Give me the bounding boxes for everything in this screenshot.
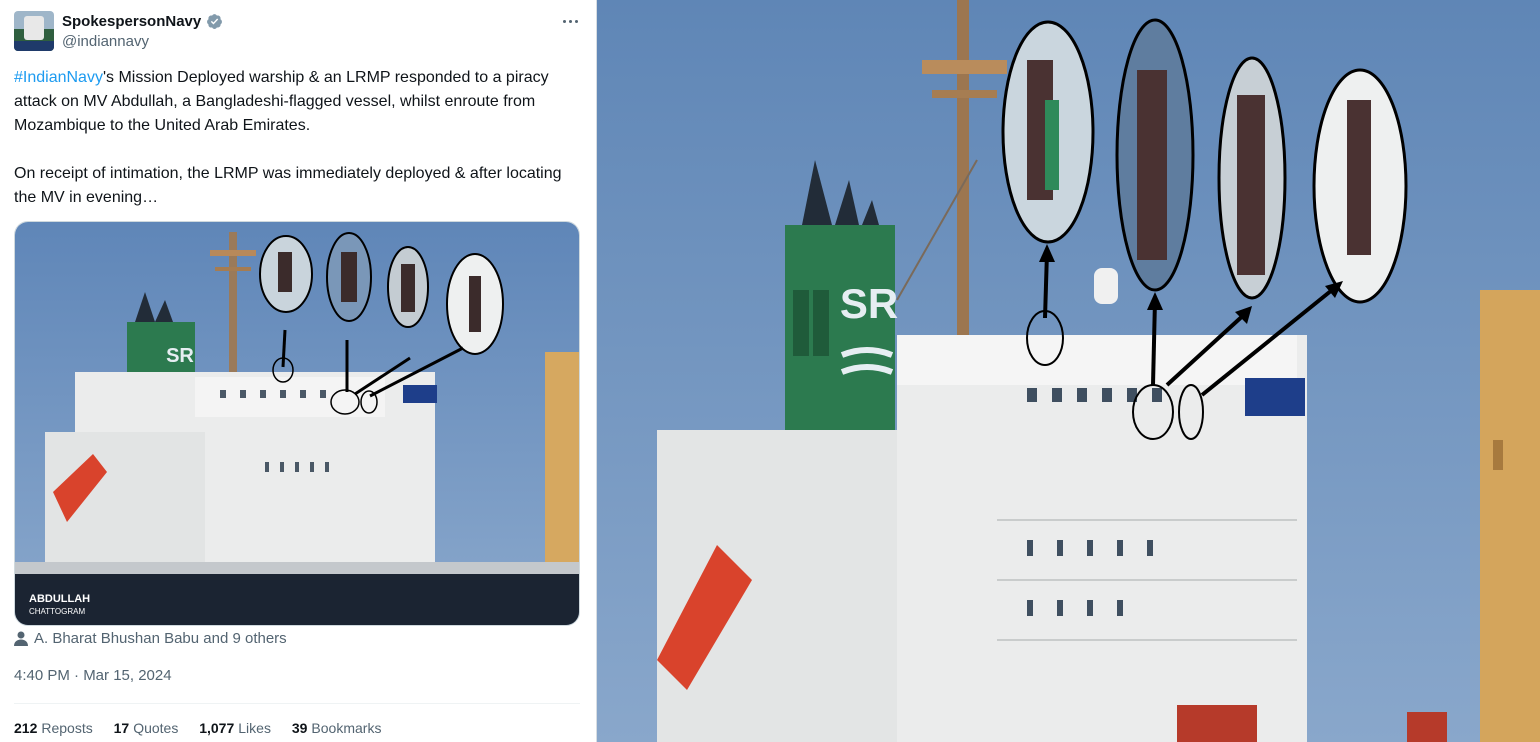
author-handle[interactable]: @indiannavy [62,33,149,50]
reposts-stat[interactable]: 212 Reposts [14,720,93,736]
likes-label: Likes [238,720,271,736]
zoomed-stack-letters: SR [840,280,898,327]
quotes-label: Quotes [133,720,179,736]
ship-photo-illustration: SR ABDULLAH CHATTOGRAM [15,222,579,625]
tweet-paragraph-1: #IndianNavy's Mission Deployed warship &… [14,66,574,138]
more-options-icon[interactable] [560,12,582,32]
bookmarks-label: Bookmarks [311,720,382,736]
profile-avatar[interactable] [14,11,54,51]
tweet-paragraph-2: On receipt of intimation, the LRMP was i… [14,165,562,206]
likes-count: 1,077 [199,720,235,736]
zoomed-ship-illustration: SR [597,0,1540,742]
engagement-stats: 212 Reposts 17 Quotes 1,077 Likes 39 Bookmar… [14,720,398,736]
reposts-count: 212 [14,720,38,736]
stats-divider [14,703,580,704]
quotes-stat[interactable]: 17 Quotes [114,720,179,736]
avatar-emblem [24,16,44,40]
zoomed-ship-photo: SR [597,0,1540,742]
tweet-panel: SpokespersonNavy @indiannavy #IndianNavy… [0,0,596,742]
tweet-timestamp[interactable]: 4:40 PM · Mar 15, 2024 [14,667,172,684]
bookmarks-stat[interactable]: 39 Bookmarks [292,720,382,736]
person-icon [14,631,28,646]
bookmarks-count: 39 [291,720,308,736]
hull-name: ABDULLAH [29,593,90,605]
verified-badge-icon [207,14,222,29]
tagged-users-text: A. Bharat Bhushan Babu and 9 others [34,630,287,647]
author-display-name[interactable]: SpokespersonNavy [62,13,201,30]
tweet-body: #IndianNavy's Mission Deployed warship &… [14,66,574,210]
avatar-base [14,41,54,51]
tweet-media-image[interactable]: SR ABDULLAH CHATTOGRAM [14,221,580,626]
tagged-users-link[interactable]: A. Bharat Bhushan Babu and 9 others [14,630,287,647]
stack-letters: SR [166,345,194,367]
likes-stat[interactable]: 1,077 Likes [199,720,271,736]
hull-port: CHATTOGRAM [29,607,85,616]
reposts-label: Reposts [41,720,93,736]
quotes-count: 17 [113,720,130,736]
hashtag-link[interactable]: #IndianNavy [14,69,103,86]
